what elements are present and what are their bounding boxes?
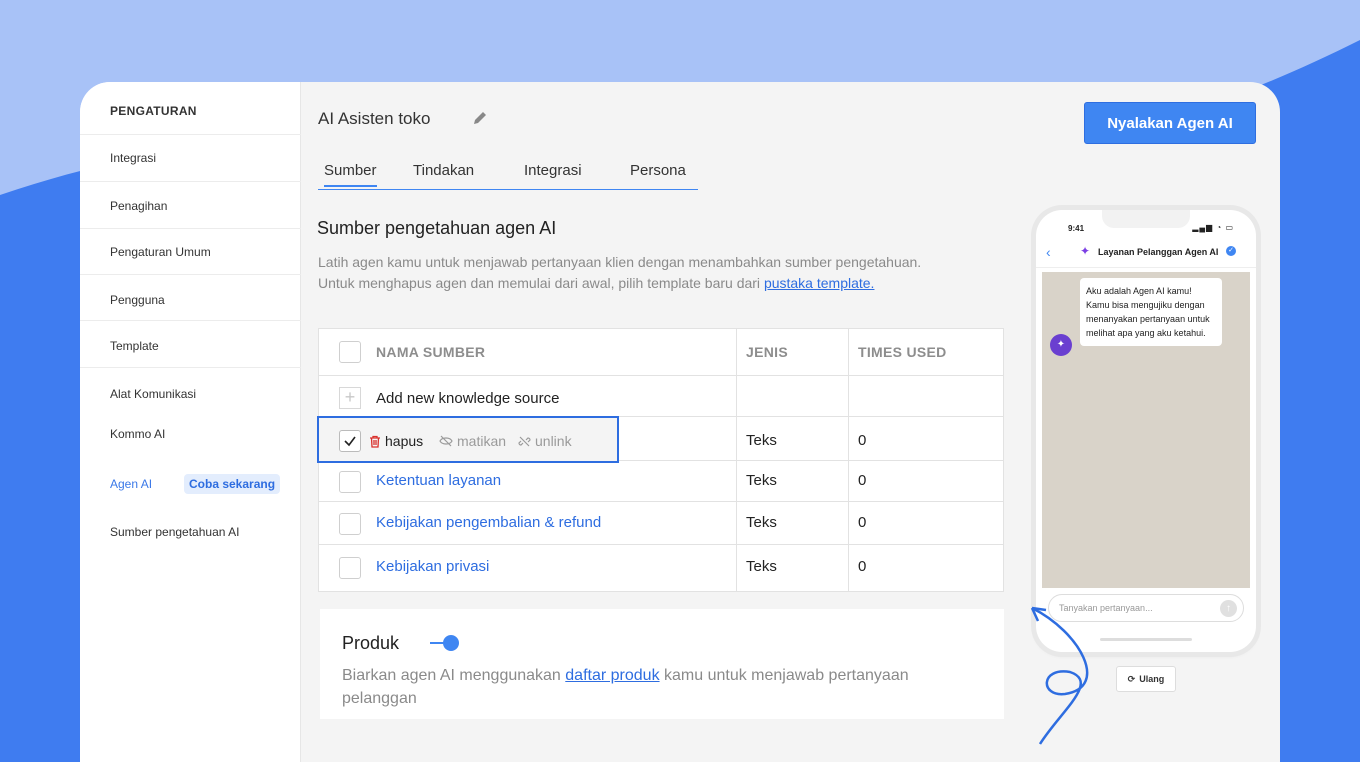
- row-2-used: 0: [858, 472, 867, 489]
- row-action-toolbar: hapus matikan unlink: [317, 416, 619, 463]
- row-1-type: Teks: [746, 432, 777, 449]
- produk-title: Produk: [342, 633, 400, 653]
- trash-icon: [370, 435, 380, 448]
- tab-integrasi[interactable]: Integrasi: [524, 162, 582, 179]
- delete-action[interactable]: hapus: [369, 433, 423, 449]
- sidebar-item-sumber-pengetahuan[interactable]: Sumber pengetahuan AI: [110, 525, 239, 539]
- unlink-label: unlink: [535, 433, 572, 449]
- divider: [80, 134, 301, 135]
- sidebar-item-template[interactable]: Template: [110, 339, 159, 353]
- row-3-used: 0: [858, 514, 867, 531]
- checkmark-icon: [344, 436, 356, 447]
- phone-preview: 9:41 ▂▄▆ ◔ ▭ ‹ ✦ Layanan Pelanggan Agen …: [1036, 210, 1256, 652]
- header-nama-sumber: NAMA SUMBER: [376, 344, 486, 360]
- template-library-link[interactable]: pustaka template.: [764, 275, 875, 291]
- produk-description: Biarkan agen AI menggunakan daftar produ…: [342, 664, 982, 710]
- back-icon[interactable]: ‹: [1046, 244, 1051, 260]
- tab-sumber[interactable]: Sumber: [324, 162, 377, 187]
- divider: [80, 228, 301, 229]
- select-all-checkbox[interactable]: [339, 341, 361, 363]
- tab-persona[interactable]: Persona: [630, 162, 686, 179]
- produk-desc-pre: Biarkan agen AI menggunakan: [342, 667, 561, 684]
- divider: [80, 274, 301, 275]
- tab-tindakan[interactable]: Tindakan: [413, 162, 474, 179]
- row-1-checkbox-checked[interactable]: [339, 430, 361, 452]
- app-window: PENGATURAN Integrasi Penagihan Pengatura…: [80, 82, 1280, 762]
- add-source-label[interactable]: Add new knowledge source: [376, 390, 559, 407]
- row-divider: [319, 544, 1003, 545]
- agent-title: AI Asisten toko: [318, 109, 431, 128]
- try-now-badge[interactable]: Coba sekarang: [184, 474, 281, 494]
- eye-off-icon: [439, 435, 453, 447]
- activate-agent-button[interactable]: Nyalakan Agen AI: [1084, 102, 1256, 144]
- sidebar-header: PENGATURAN: [110, 104, 197, 118]
- agent-avatar: ✦: [1050, 334, 1072, 356]
- pencil-icon[interactable]: [472, 110, 488, 126]
- plus-icon[interactable]: +: [339, 387, 361, 409]
- status-icons: ▂▄▆ ◔ ▭: [1192, 223, 1234, 232]
- tab-bar: Sumber Tindakan Integrasi Persona: [318, 158, 698, 190]
- product-list-link[interactable]: daftar produk: [565, 667, 659, 684]
- produk-toggle[interactable]: [430, 633, 462, 653]
- sidebar-item-agen-ai[interactable]: Agen AI: [110, 477, 152, 491]
- row-divider: [319, 375, 1003, 376]
- produk-panel: Produk Biarkan agen AI menggunakan dafta…: [320, 609, 1004, 719]
- verified-icon: ✓: [1226, 246, 1236, 256]
- divider: [80, 367, 301, 368]
- row-1-used: 0: [858, 432, 867, 449]
- delete-label: hapus: [385, 433, 424, 449]
- sidebar-item-pengguna[interactable]: Pengguna: [110, 293, 165, 307]
- row-divider: [319, 501, 1003, 502]
- desc-line-2: Untuk menghapus agen dan memulai dari aw…: [318, 275, 761, 291]
- header-times-used: TIMES USED: [858, 344, 947, 360]
- divider: [80, 181, 301, 182]
- phone-notch: [1102, 210, 1190, 228]
- sparkle-icon: ✦: [1080, 244, 1091, 258]
- phone-time: 9:41: [1068, 224, 1085, 233]
- chat-header: ‹ ✦ Layanan Pelanggan Agen AI ✓: [1036, 238, 1256, 268]
- chat-name: Layanan Pelanggan Agen AI: [1098, 247, 1219, 257]
- sidebar-item-alat-komunikasi[interactable]: Alat Komunikasi: [110, 387, 196, 401]
- desc-line-1: Latih agen kamu untuk menjawab pertanyaa…: [318, 254, 922, 270]
- row-4-type: Teks: [746, 558, 777, 575]
- row-3-name[interactable]: Kebijakan pengembalian & refund: [376, 514, 601, 531]
- sidebar-item-kommo-ai[interactable]: Kommo AI: [110, 427, 165, 441]
- row-3-checkbox[interactable]: [339, 513, 361, 535]
- row-3-type: Teks: [746, 514, 777, 531]
- header-jenis: JENIS: [746, 344, 788, 360]
- divider: [80, 320, 301, 321]
- row-2-checkbox[interactable]: [339, 471, 361, 493]
- row-2-name[interactable]: Ketentuan layanan: [376, 472, 501, 489]
- row-4-used: 0: [858, 558, 867, 575]
- row-4-checkbox[interactable]: [339, 557, 361, 579]
- unlink-icon: [518, 436, 531, 446]
- chat-area: ✦ Aku adalah Agen AI kamu! Kamu bisa men…: [1042, 272, 1250, 588]
- section-description: Latih agen kamu untuk menjawab pertanyaa…: [318, 252, 998, 294]
- disable-label: matikan: [457, 433, 507, 449]
- row-2-type: Teks: [746, 472, 777, 489]
- sidebar-item-pengaturan-umum[interactable]: Pengaturan Umum: [110, 245, 211, 259]
- arrow-annotation: [1030, 606, 1089, 745]
- disable-action[interactable]: matikan: [439, 433, 506, 449]
- send-icon[interactable]: ↑: [1220, 600, 1237, 617]
- reset-label: Ulang: [1139, 674, 1165, 684]
- section-title: Sumber pengetahuan agen AI: [317, 218, 557, 238]
- settings-sidebar: PENGATURAN Integrasi Penagihan Pengatura…: [80, 82, 301, 762]
- unlink-action[interactable]: unlink: [518, 433, 572, 449]
- sidebar-item-penagihan[interactable]: Penagihan: [110, 199, 167, 213]
- agent-message: Aku adalah Agen AI kamu! Kamu bisa mengu…: [1080, 278, 1222, 346]
- row-4-name[interactable]: Kebijakan privasi: [376, 558, 489, 575]
- sidebar-item-integrasi[interactable]: Integrasi: [110, 151, 156, 165]
